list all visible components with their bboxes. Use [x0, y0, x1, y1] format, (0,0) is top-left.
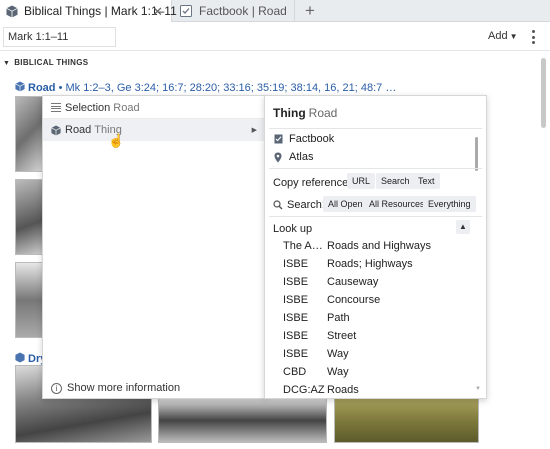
lookup-row[interactable]: CBD Way [283, 363, 479, 381]
lookup-row[interactable]: ISBE Causeway [283, 273, 479, 291]
selection-value: Road [113, 101, 140, 114]
tab-label: Factbook | Road [199, 4, 287, 18]
lookup-term: Concourse [327, 294, 381, 306]
copy-search-button[interactable]: Search [376, 173, 415, 189]
section-header[interactable]: ▼ BIBLICAL THINGS [3, 58, 88, 67]
lookup-source: ISBE [283, 294, 309, 306]
road-title[interactable]: Road [28, 82, 56, 94]
more-options-icon[interactable] [528, 28, 538, 46]
close-icon[interactable]: ✕ [152, 4, 163, 20]
menu-item-selection[interactable]: Selection Road [43, 97, 265, 119]
factbook-link[interactable]: Factbook [273, 133, 334, 145]
lookup-source: ISBE [283, 276, 309, 288]
reference-input[interactable]: Mark 1:1–11 [3, 27, 116, 47]
lookup-term: Causeway [327, 276, 379, 288]
show-more-label: Show more information [67, 382, 181, 394]
panel-subtitle: Road [308, 106, 338, 120]
collapse-triangle-icon: ▼ [3, 60, 11, 67]
lookup-term: Way [327, 366, 349, 378]
tab-biblical-things[interactable]: Biblical Things | Mark 1:1–11 ✕ [0, 0, 177, 22]
show-more-button[interactable]: i Show more information [51, 382, 180, 394]
road-references[interactable]: Mk 1:2–3, Ge 3:24; 16:7; 28:20; 33:16; 3… [65, 82, 396, 94]
scrollbar[interactable] [541, 58, 546, 128]
text-lines-icon [51, 103, 61, 112]
cube-icon [15, 81, 25, 92]
copy-reference-label: Copy reference: [273, 177, 352, 189]
lookup-source: ISBE [283, 330, 309, 342]
atlas-link[interactable]: Atlas [273, 151, 313, 163]
menu-item-road-thing[interactable]: Road Thing ▶ [43, 119, 265, 141]
thumbnail-image[interactable] [15, 96, 43, 172]
info-icon: i [51, 382, 62, 394]
panel-title-text: Thing [273, 106, 306, 120]
lookup-term: Way [327, 348, 349, 360]
lookup-header: Look up [273, 223, 313, 235]
road-entry[interactable]: Road • Mk 1:2–3, Ge 3:24; 16:7; 28:20; 3… [15, 81, 396, 94]
lookup-term: Roads [327, 384, 359, 396]
atlas-label: Atlas [289, 151, 314, 163]
panel-title: Thing Road [273, 106, 337, 120]
thumbnail-image[interactable] [158, 398, 327, 443]
tab-factbook[interactable]: Factbook | Road [173, 0, 295, 22]
divider [269, 128, 482, 129]
factbook-icon [179, 4, 193, 18]
lookup-source: CBD [283, 366, 307, 378]
search-label: Search: [287, 199, 325, 211]
search-everything-button[interactable]: Everything [423, 196, 476, 212]
chevron-right-icon: ▶ [251, 127, 257, 134]
cube-icon [6, 4, 18, 18]
copy-text-button[interactable]: Text [413, 173, 440, 189]
add-label: Add [488, 30, 508, 42]
caret-down-icon: ▼ [509, 32, 518, 41]
hand-cursor-icon: ☝ [108, 133, 125, 148]
tab-bar: Biblical Things | Mark 1:1–11 ✕ Factbook… [0, 0, 550, 22]
lookup-source: ISBE [283, 258, 309, 270]
add-button[interactable]: Add ▼ [488, 30, 518, 42]
lookup-row[interactable]: ISBE Street [283, 327, 479, 345]
context-menu: Selection Road Road Thing ▶ ☝ i Show more … [42, 95, 266, 399]
cube-icon [51, 125, 61, 136]
lookup-term: Street [327, 330, 357, 342]
lookup-row[interactable]: ISBE Roads; Highways [283, 255, 479, 273]
factbook-label: Factbook [289, 133, 335, 145]
lookup-source: ISBE [283, 348, 309, 360]
toolbar: Mark 1:1–11 Add ▼ [0, 23, 550, 51]
bullet: • [58, 82, 63, 94]
search-icon [273, 199, 283, 210]
lookup-row[interactable]: ISBE Concourse [283, 291, 479, 309]
lookup-term: Roads and Highways [327, 240, 431, 252]
lookup-row[interactable]: ISBE Path [283, 309, 479, 327]
thing-panel: Thing Road Factbook Atlas Copy reference:… [264, 95, 487, 399]
lookup-source: ISBE [283, 312, 309, 324]
road-label: Road [65, 124, 92, 136]
map-pin-icon [273, 152, 283, 162]
section-title: BIBLICAL THINGS [14, 58, 89, 67]
copy-url-button[interactable]: URL [347, 173, 376, 189]
lookup-source: DCG:AZ [283, 384, 325, 396]
thumbnail-image[interactable] [15, 179, 43, 255]
lookup-source: The A… [283, 240, 323, 252]
thumbnail-image[interactable] [15, 262, 43, 338]
lookup-term: Roads; Highways [327, 258, 413, 270]
scroll-down-icon[interactable]: ▼ [475, 386, 481, 392]
factbook-icon [273, 134, 283, 144]
search-all-open-button[interactable]: All Open [323, 196, 368, 212]
search-all-resources-button[interactable]: All Resources [364, 196, 430, 212]
divider [269, 216, 482, 217]
panel-scrollbar[interactable] [475, 137, 478, 171]
divider [269, 168, 482, 169]
chevron-up-icon[interactable]: ▲ [456, 220, 470, 234]
lookup-row[interactable]: The A… Roads and Highways [283, 237, 479, 255]
selection-label: Selection [65, 101, 111, 114]
new-tab-button[interactable]: + [300, 1, 320, 21]
lookup-row[interactable]: DCG:AZ Roads [283, 381, 479, 398]
lookup-term: Path [327, 312, 350, 324]
lookup-row[interactable]: ISBE Way [283, 345, 479, 363]
thumbnail-image[interactable] [334, 398, 479, 443]
cube-icon [15, 352, 25, 363]
